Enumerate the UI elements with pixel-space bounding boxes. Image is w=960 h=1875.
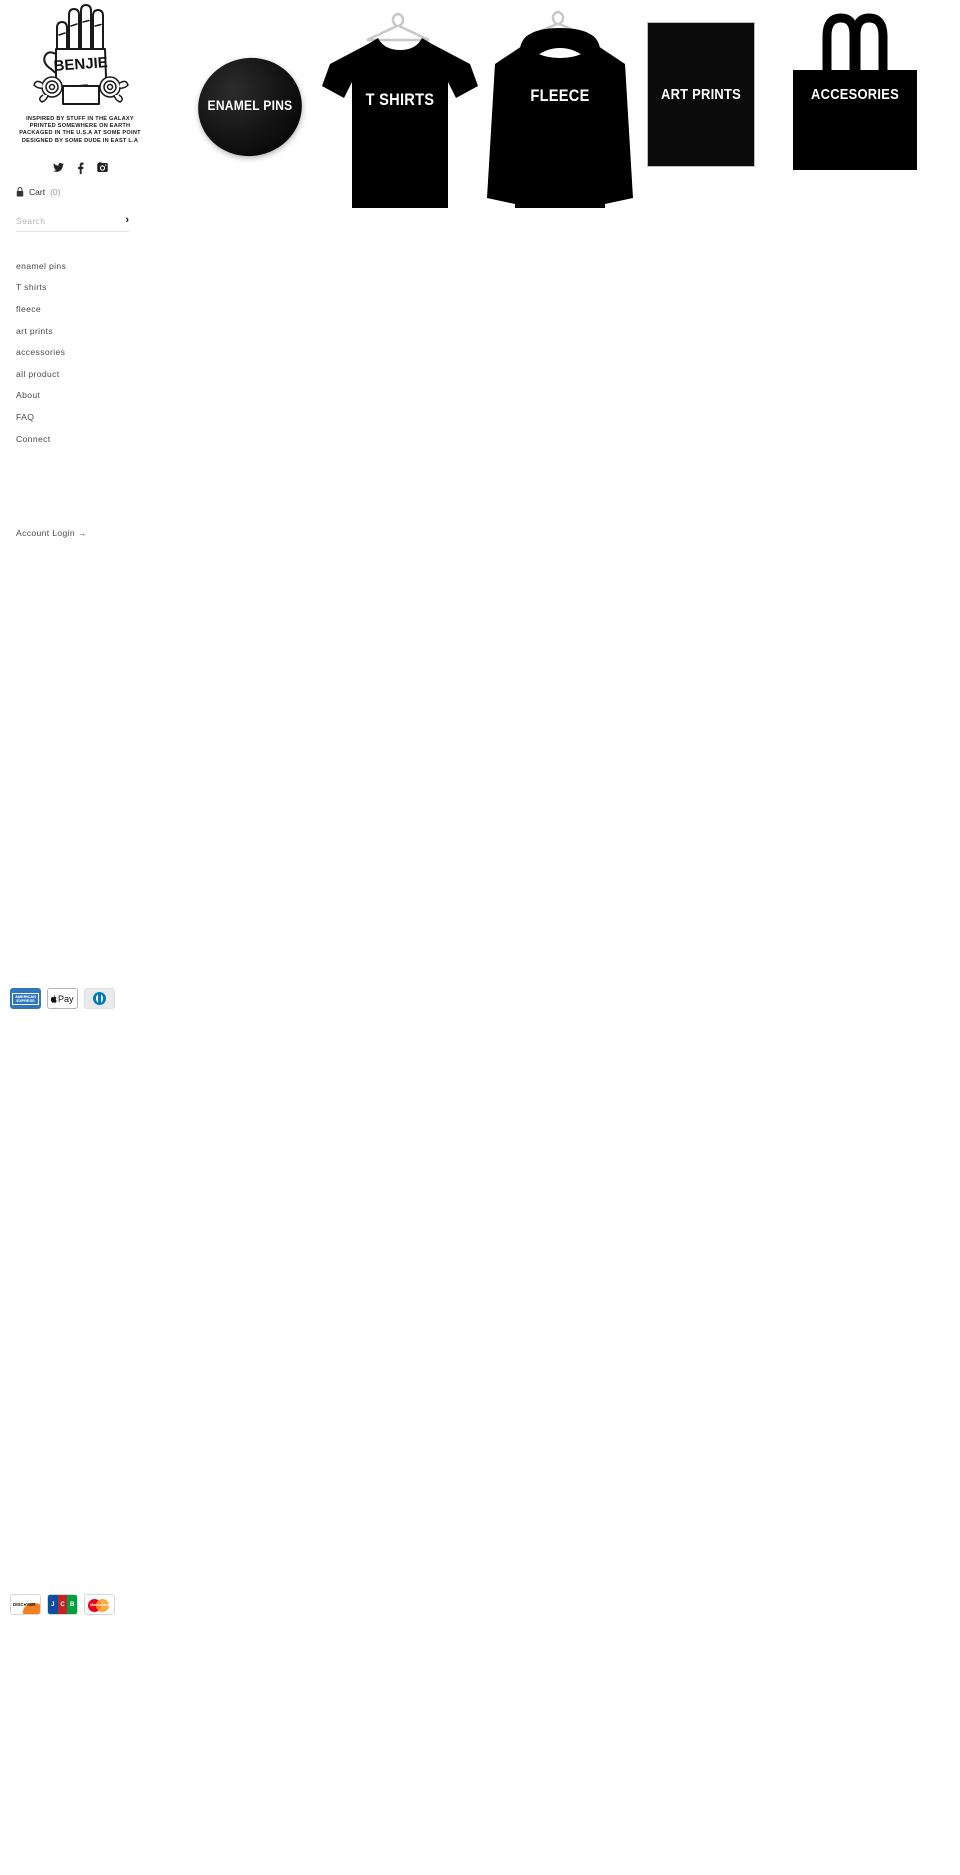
brand-logo-link[interactable]: BENJIE bbox=[16, 0, 146, 110]
apple-pay-label: Pay bbox=[57, 993, 74, 1004]
cart-link[interactable]: Cart (0) bbox=[16, 186, 160, 197]
tile-label-accessories: ACCESORIES bbox=[811, 86, 899, 103]
search-submit-button[interactable]: › bbox=[125, 215, 129, 226]
tile-fleece[interactable]: FLEECE bbox=[485, 8, 635, 222]
hand-with-roses-logo-icon: BENJIE bbox=[33, 4, 129, 105]
social-links bbox=[16, 162, 144, 174]
tile-label-t-shirts: T SHIRTS bbox=[365, 90, 435, 109]
black-tshirt-on-hanger-icon bbox=[322, 12, 478, 208]
nav-item-accessories[interactable]: accessories bbox=[16, 347, 136, 358]
brand-tagline: INSPIRED BY STUFF IN THE GALAXY PRINTED … bbox=[16, 116, 144, 145]
twitter-icon[interactable] bbox=[52, 162, 64, 173]
cart-label: Cart bbox=[29, 186, 46, 197]
apple-logo-icon bbox=[51, 994, 58, 1003]
mastercard-icon: MasterCard bbox=[84, 1594, 115, 1615]
nav-item-enamel-pins[interactable]: enamel pins bbox=[16, 261, 136, 272]
tagline-line-3: PACKAGED IN THE U.S.A AT SOME POINT bbox=[19, 130, 141, 137]
nav-item-connect[interactable]: Connect bbox=[16, 434, 136, 445]
account-login-link[interactable]: Account Login → bbox=[16, 528, 87, 538]
nav-item-faq[interactable]: FAQ bbox=[16, 412, 136, 423]
cart-count: (0) bbox=[50, 186, 61, 197]
tile-accessories[interactable]: ACCESORIES bbox=[785, 8, 925, 173]
tagline-line-2: PRINTED SOMEWHERE ON EARTH bbox=[29, 123, 131, 130]
tile-enamel-pins[interactable]: ENAMEL PINS bbox=[188, 48, 312, 166]
tile-label-fleece: FLEECE bbox=[530, 86, 590, 105]
payment-methods-row-two: DISC●VER J C B MasterCard bbox=[10, 1594, 115, 1615]
tagline-line-4: DESIGNED BY SOME DUDE IN EAST L.A bbox=[21, 137, 139, 144]
facebook-icon[interactable] bbox=[77, 162, 84, 174]
discover-icon: DISC●VER bbox=[10, 1594, 41, 1615]
nav-item-t-shirts[interactable]: T shirts bbox=[16, 282, 136, 293]
nav-item-fleece[interactable]: fleece bbox=[16, 304, 136, 315]
jcb-icon: J C B bbox=[47, 1594, 78, 1615]
search-form: › bbox=[16, 215, 129, 232]
instagram-icon[interactable] bbox=[96, 162, 108, 173]
black-hoodie-on-hanger-icon bbox=[487, 10, 633, 208]
product-category-tiles: ENAMEL PINS T SHIRTS FLEECE ART PRINTS A… bbox=[160, 0, 960, 230]
apple-pay-icon: Pay bbox=[47, 988, 78, 1009]
discover-label: DISC●VER bbox=[13, 1602, 36, 1607]
amex-icon: AMERICAN EXPRESS bbox=[10, 988, 41, 1009]
tile-label-enamel-pins: ENAMEL PINS bbox=[207, 97, 293, 113]
nav-item-art-prints[interactable]: art prints bbox=[16, 326, 136, 337]
nav-item-all-product[interactable]: all product bbox=[16, 369, 136, 380]
search-input[interactable] bbox=[16, 215, 104, 226]
mastercard-label: MasterCard bbox=[90, 1603, 109, 1607]
amex-label: AMERICAN EXPRESS bbox=[12, 992, 39, 1005]
lock-icon bbox=[16, 186, 24, 197]
diners-club-icon bbox=[84, 988, 115, 1009]
tile-art-prints[interactable]: ART PRINTS bbox=[647, 22, 755, 167]
main-navigation: enamel pins T shirts fleece art prints a… bbox=[16, 261, 160, 455]
nav-item-about[interactable]: About bbox=[16, 390, 136, 401]
payment-methods-row-one: AMERICAN EXPRESS Pay bbox=[10, 988, 115, 1009]
tile-t-shirts[interactable]: T SHIRTS bbox=[320, 8, 480, 224]
tagline-line-1: INSPIRED BY STUFF IN THE GALAXY bbox=[26, 116, 134, 122]
tile-label-art-prints: ART PRINTS bbox=[661, 86, 741, 103]
storefront-page: BENJIE INSPIRED BY STUFF IN THE GALAXY P… bbox=[0, 0, 960, 1875]
